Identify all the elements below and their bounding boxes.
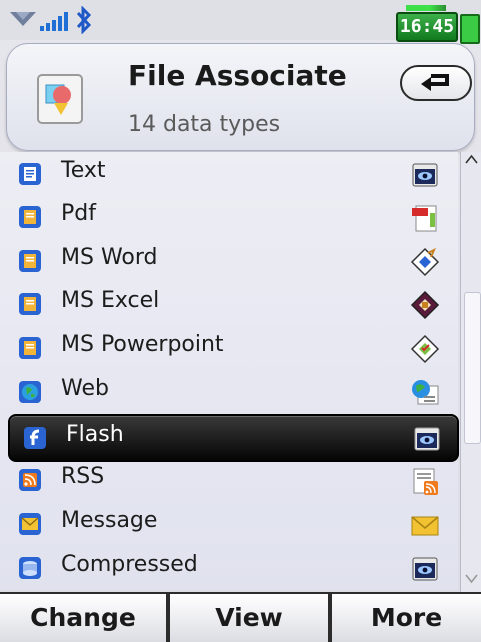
list-item-selected[interactable]: Flash [8, 414, 459, 462]
word-app-icon [410, 247, 440, 277]
list-item-label: Message [61, 508, 158, 533]
browser-icon [412, 380, 439, 405]
viewer-eye-icon [412, 557, 438, 581]
word-file-icon [19, 250, 41, 272]
back-arrow-icon [421, 74, 449, 91]
list-item-label: RSS [61, 464, 105, 489]
signal-strength-icon [10, 12, 68, 31]
data-type-list: Text Pdf MS Word MS Excel MS Powerpoint … [0, 152, 459, 590]
status-bar: 16:45 [0, 0, 481, 44]
list-item-label: MS Word [61, 245, 158, 270]
list-item[interactable]: MS Word [5, 239, 462, 283]
list-item[interactable]: Text [5, 152, 462, 196]
bluetooth-icon [76, 6, 92, 34]
compressed-file-icon [19, 557, 41, 579]
more-button[interactable]: More [332, 594, 481, 642]
list-item[interactable]: Message [5, 502, 462, 546]
list-item-label: Compressed [61, 552, 198, 577]
list-item-label: MS Powerpoint [61, 332, 224, 357]
viewer-eye-icon [414, 427, 440, 451]
powerpoint-app-icon [410, 334, 440, 364]
back-button[interactable] [400, 65, 472, 101]
list-item[interactable]: MS Powerpoint [5, 326, 462, 370]
list-item[interactable]: MS Excel [5, 282, 462, 326]
text-file-icon [19, 163, 41, 185]
excel-app-icon [410, 290, 440, 320]
message-envelope-icon [19, 513, 41, 535]
globe-icon [19, 381, 41, 403]
battery-icon [460, 14, 480, 44]
list-item-label: Pdf [61, 201, 96, 226]
scroll-up-arrow-icon[interactable] [465, 154, 478, 164]
app-header: File Associate 14 data types [6, 43, 475, 151]
excel-file-icon [19, 293, 41, 315]
rss-icon [19, 469, 41, 491]
clock: 16:45 [396, 5, 458, 42]
phone-screen: 16:45 File Associate 14 data types Text … [0, 0, 481, 642]
rss-reader-icon [413, 468, 438, 495]
scroll-down-arrow-icon[interactable] [465, 574, 478, 584]
pdf-reader-icon [412, 205, 437, 232]
list-item-label: Flash [66, 422, 124, 447]
list-item-label: Text [61, 158, 106, 183]
change-button[interactable]: Change [0, 594, 166, 642]
file-associate-app-icon [37, 74, 83, 124]
page-title: File Associate [128, 59, 347, 92]
list-item[interactable]: Compressed [5, 546, 462, 590]
list-item[interactable]: Pdf [5, 195, 462, 239]
list-item[interactable]: RSS [5, 458, 462, 502]
page-subtitle: 14 data types [128, 112, 281, 137]
view-button[interactable]: View [170, 594, 328, 642]
softkey-bar: Change View More [0, 592, 481, 642]
list-item[interactable]: Web [5, 370, 462, 414]
flash-icon [24, 427, 46, 449]
pdf-file-icon [19, 206, 41, 228]
list-item-label: MS Excel [61, 288, 160, 313]
viewer-eye-icon [412, 163, 438, 187]
mail-icon [411, 516, 439, 536]
powerpoint-file-icon [19, 337, 41, 359]
scrollbar[interactable] [460, 152, 481, 592]
scrollbar-thumb[interactable] [464, 292, 481, 444]
list-item-label: Web [61, 376, 109, 401]
